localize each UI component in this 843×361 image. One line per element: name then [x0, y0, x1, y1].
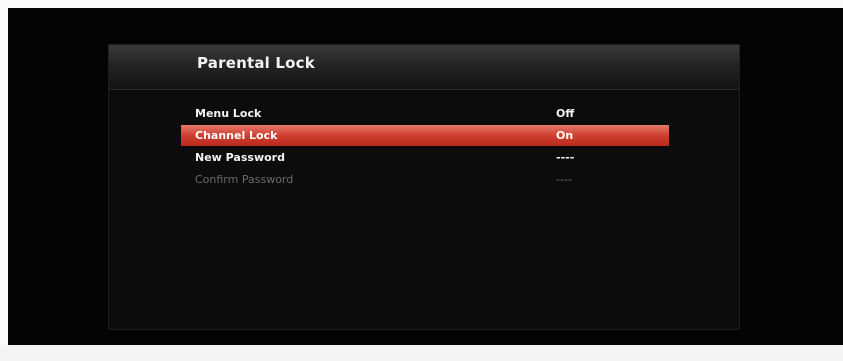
frame-border-top — [0, 0, 843, 8]
panel-title: Parental Lock — [197, 54, 315, 72]
panel-header: Parental Lock — [109, 45, 739, 90]
confirm-password-field: ---- — [556, 173, 572, 186]
channel-lock-row[interactable]: Channel Lock On — [181, 125, 669, 146]
confirm-password-row: Confirm Password ---- — [181, 169, 669, 190]
channel-lock-value[interactable]: On — [556, 125, 573, 146]
menu-lock-row[interactable]: Menu Lock Off — [181, 103, 669, 124]
confirm-password-label: Confirm Password — [195, 173, 294, 186]
tv-screen: Parental Lock Menu Lock Off Channel Lock… — [0, 0, 843, 361]
new-password-row[interactable]: New Password ---- — [181, 147, 669, 168]
new-password-field[interactable]: ---- — [556, 147, 574, 168]
channel-lock-label: Channel Lock — [195, 129, 278, 142]
settings-menu: Menu Lock Off Channel Lock On New Passwo… — [181, 103, 669, 191]
frame-border-bottom — [0, 345, 843, 361]
frame-border-left — [0, 0, 8, 361]
new-password-label: New Password — [195, 151, 285, 164]
menu-lock-value[interactable]: Off — [556, 103, 574, 124]
menu-lock-label: Menu Lock — [195, 107, 262, 120]
parental-lock-panel: Parental Lock Menu Lock Off Channel Lock… — [108, 44, 740, 330]
